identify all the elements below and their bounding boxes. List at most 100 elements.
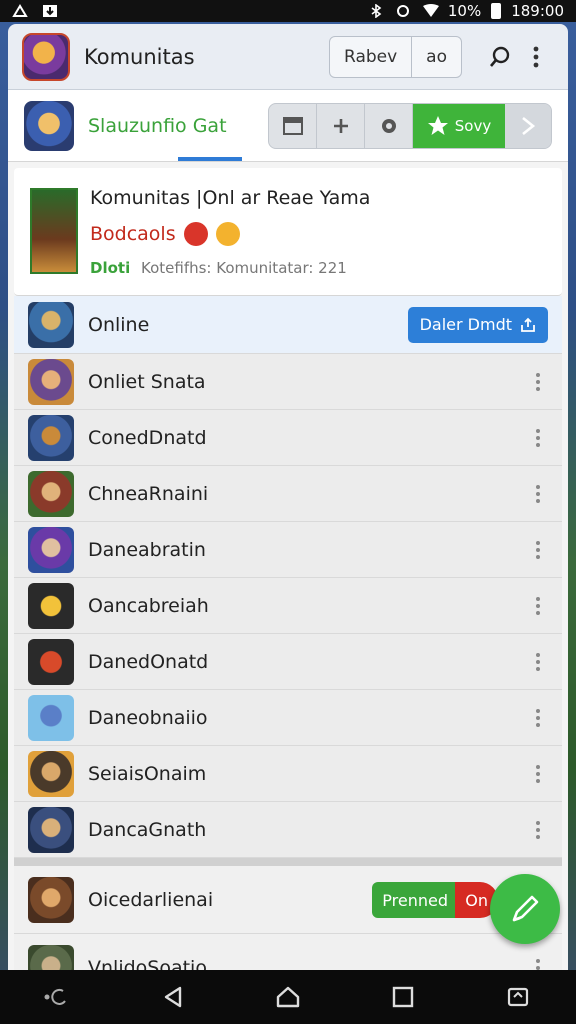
rotate-icon[interactable] bbox=[488, 975, 548, 1019]
list-item-label: VnlidoSoatio bbox=[88, 956, 207, 971]
list-item[interactable]: Onliet Snata bbox=[14, 354, 562, 410]
app-title: Komunitas bbox=[84, 44, 195, 69]
game-icon bbox=[24, 100, 74, 151]
community-subtitle-row: Bodcaols bbox=[90, 221, 370, 246]
list-item-online[interactable]: Online Daler Dmdt bbox=[14, 296, 562, 354]
list-item-label: Daneobnaiio bbox=[88, 706, 208, 729]
list-item[interactable]: Oancabreiah bbox=[14, 578, 562, 634]
community-info-card[interactable]: Komunitas |Onl ar Reae Yama Bodcaols Dlo… bbox=[14, 168, 562, 296]
avatar bbox=[28, 582, 74, 629]
list-item[interactable]: Oicedarlienai Prenned On bbox=[14, 866, 562, 934]
active-tab-indicator bbox=[178, 157, 242, 161]
more-vert-icon[interactable] bbox=[518, 39, 554, 75]
more-vert-icon[interactable] bbox=[528, 484, 548, 503]
battery-icon bbox=[491, 3, 502, 19]
app-logo bbox=[22, 32, 70, 81]
sub-header-title[interactable]: Slauzunfio Gat bbox=[88, 115, 248, 137]
status-bar: 10% 189:00 bbox=[0, 0, 576, 22]
list-item[interactable]: ChneaRnaini bbox=[14, 466, 562, 522]
more-vert-icon[interactable] bbox=[528, 372, 548, 391]
list-item-label: Daneabratin bbox=[88, 538, 206, 561]
list-item[interactable]: Daneobnaiio bbox=[14, 690, 562, 746]
list-item[interactable]: DanedOnatd bbox=[14, 634, 562, 690]
star-button-label: Sovy bbox=[454, 116, 492, 135]
community-banner-icon bbox=[30, 188, 78, 274]
list-item-label: Onliet Snata bbox=[88, 370, 206, 393]
more-vert-icon[interactable] bbox=[528, 540, 548, 559]
avatar bbox=[28, 470, 74, 517]
section-divider bbox=[14, 858, 562, 866]
avatar bbox=[28, 301, 74, 348]
add-icon[interactable] bbox=[317, 103, 365, 148]
more-vert-icon[interactable] bbox=[528, 708, 548, 727]
member-list: Online Daler Dmdt Onliet Snata ConedDnat… bbox=[14, 296, 562, 858]
notification-icon bbox=[12, 4, 28, 18]
wifi-icon bbox=[422, 4, 439, 18]
list-item[interactable]: ConedDnatd bbox=[14, 410, 562, 466]
export-icon bbox=[521, 317, 535, 332]
star-button[interactable]: Sovy bbox=[413, 103, 505, 148]
star-icon bbox=[427, 115, 448, 135]
more-vert-icon[interactable] bbox=[528, 764, 548, 783]
avatar bbox=[28, 638, 74, 685]
avatar bbox=[28, 750, 74, 797]
chevron-right-icon[interactable] bbox=[505, 103, 551, 148]
list-item-label: DanedOnatd bbox=[88, 650, 209, 673]
window-icon[interactable] bbox=[269, 103, 317, 148]
sub-header: Slauzunfio Gat Sovy bbox=[8, 90, 568, 162]
avatar bbox=[28, 876, 74, 923]
list-item[interactable]: SeiaisOnaim bbox=[14, 746, 562, 802]
bluetooth-icon bbox=[370, 3, 386, 19]
settings-icon[interactable] bbox=[365, 103, 413, 148]
list-item[interactable]: VnlidoSoatio bbox=[14, 934, 562, 970]
list-item[interactable]: Daneabratin bbox=[14, 522, 562, 578]
action-button-label: Daler Dmdt bbox=[419, 315, 512, 334]
system-nav-bar bbox=[0, 970, 576, 1024]
clock: 189:00 bbox=[511, 2, 564, 20]
avatar bbox=[28, 806, 74, 853]
badge-red-icon bbox=[183, 221, 208, 246]
more-vert-icon[interactable] bbox=[528, 958, 548, 971]
crown-icon bbox=[215, 221, 240, 246]
action-button[interactable]: Daler Dmdt bbox=[407, 306, 548, 343]
compose-fab[interactable] bbox=[490, 874, 560, 944]
home-icon[interactable] bbox=[258, 975, 318, 1019]
more-vert-icon[interactable] bbox=[528, 428, 548, 447]
app-header: Komunitas Rabev ao bbox=[8, 24, 568, 90]
segment-right[interactable]: ao bbox=[411, 36, 461, 77]
community-title: Komunitas |Onl ar Reae Yama bbox=[90, 186, 371, 209]
content-panel: Slauzunfio Gat Sovy Komunitas |Onl ar Re… bbox=[8, 90, 568, 970]
battery-text: 10% bbox=[447, 2, 482, 20]
avatar bbox=[28, 694, 74, 741]
avatar bbox=[28, 526, 74, 573]
avatar bbox=[28, 944, 74, 970]
avatar bbox=[28, 358, 74, 405]
pinned-pill[interactable]: Prenned bbox=[372, 882, 458, 918]
search-icon[interactable] bbox=[482, 39, 518, 75]
list-item[interactable]: DancaGnath bbox=[14, 802, 562, 858]
list-item-label: Online bbox=[88, 313, 150, 336]
download-icon bbox=[42, 4, 58, 18]
more-vert-icon[interactable] bbox=[528, 820, 548, 839]
list-item-label: ConedDnatd bbox=[88, 426, 207, 449]
list-item-label: SeiaisOnaim bbox=[88, 762, 207, 785]
community-subtitle: Bodcaols bbox=[90, 222, 176, 245]
community-meta: Dloti Kotefifhs: Komunitatar: 221 bbox=[90, 259, 370, 277]
header-segmented-control: Rabev ao bbox=[329, 35, 462, 78]
segment-left[interactable]: Rabev bbox=[330, 37, 411, 77]
sync-icon bbox=[396, 4, 412, 18]
secondary-list: Oicedarlienai Prenned On VnlidoSoatio bbox=[14, 866, 562, 970]
meta-text: Kotefifhs: Komunitatar: 221 bbox=[141, 258, 347, 277]
back-icon[interactable] bbox=[143, 975, 203, 1019]
list-item-label: Oancabreiah bbox=[88, 594, 209, 617]
action-toolbar: Sovy bbox=[268, 102, 552, 149]
more-vert-icon[interactable] bbox=[528, 652, 548, 671]
dot-icon[interactable] bbox=[28, 975, 88, 1019]
more-vert-icon[interactable] bbox=[528, 596, 548, 615]
meta-label: Dloti bbox=[90, 258, 131, 277]
list-item-label: ChneaRnaini bbox=[88, 482, 209, 505]
avatar bbox=[28, 414, 74, 461]
recents-icon[interactable] bbox=[373, 975, 433, 1019]
edit-icon bbox=[512, 895, 539, 922]
list-item-label: DancaGnath bbox=[88, 818, 207, 841]
